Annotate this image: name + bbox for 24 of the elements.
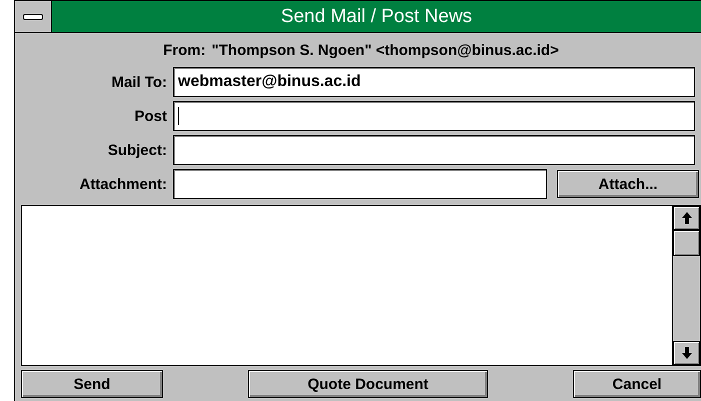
up-arrow-icon: [682, 212, 692, 224]
attach-button[interactable]: Attach...: [557, 170, 699, 198]
field-label: Subject:: [106, 142, 167, 158]
scroll-up-button[interactable]: [673, 206, 700, 230]
window-title: Send Mail / Post News: [280, 5, 474, 29]
input-field[interactable]: [173, 135, 695, 165]
from-label: From:: [163, 42, 206, 58]
system-menu-button[interactable]: [15, 1, 52, 32]
input-field[interactable]: webmaster@binus.ac.id: [173, 67, 695, 97]
attachment-field[interactable]: [173, 169, 547, 199]
input-field[interactable]: [173, 101, 695, 131]
scrollbar[interactable]: [672, 206, 700, 365]
down-arrow-icon: [682, 347, 692, 359]
attachment-label: Attachment:: [78, 176, 167, 192]
dialog-button[interactable]: Cancel: [573, 370, 701, 398]
field-label: Post: [133, 108, 167, 124]
scroll-thumb[interactable]: [673, 230, 700, 256]
from-address: "Thompson S. Ngoen" <thompson@binus.ac.id>: [212, 42, 559, 58]
field-label: Mail To:: [110, 74, 167, 90]
dialog-button[interactable]: Quote Document: [248, 370, 488, 398]
message-body-area[interactable]: [21, 205, 701, 366]
system-menu-icon: [23, 14, 43, 20]
dialog-button[interactable]: Send: [21, 370, 163, 398]
scroll-down-button[interactable]: [673, 341, 700, 365]
